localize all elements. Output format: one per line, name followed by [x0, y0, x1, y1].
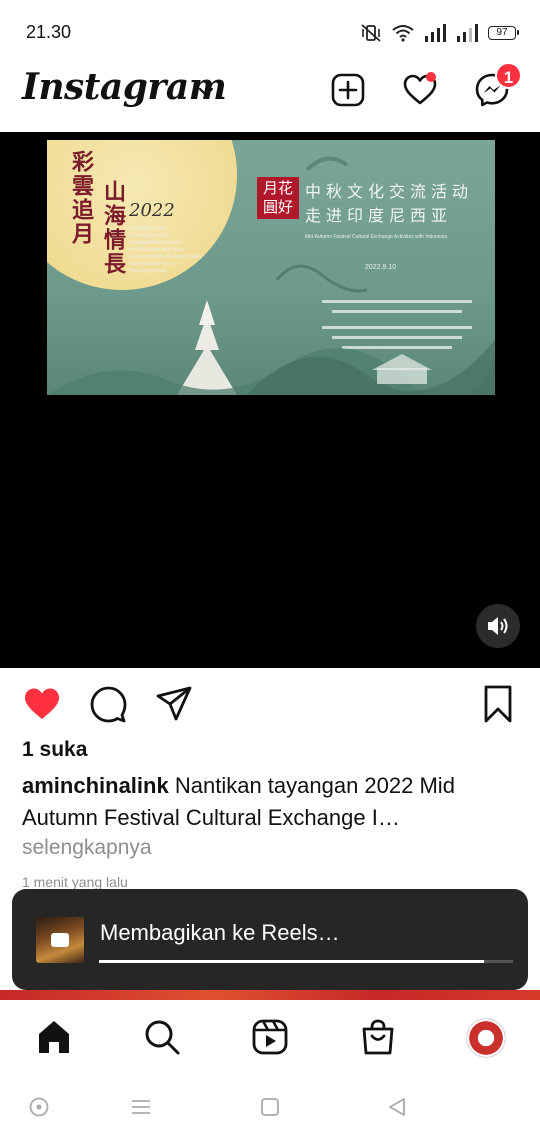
accessibility-icon[interactable] — [28, 1096, 50, 1118]
shop-icon[interactable] — [359, 1018, 397, 1056]
next-post-media — [0, 990, 540, 1000]
chevron-down-icon[interactable] — [196, 82, 216, 102]
comment-icon[interactable] — [88, 684, 128, 724]
bookmark-icon[interactable] — [478, 684, 518, 724]
post-caption: aminchinalink Nantikan tayangan 2022 Mid… — [22, 770, 522, 834]
battery-indicator: 97 — [488, 26, 519, 40]
status-bar: 21.30 97 — [0, 0, 540, 64]
search-icon[interactable] — [143, 1018, 181, 1056]
share-icon[interactable] — [154, 684, 194, 724]
upload-progress-fill — [99, 960, 485, 963]
video-poster: 彩雲追月 山海情長 2022 Colourful Clouds Chasing … — [47, 140, 495, 395]
messenger-badge: 1 — [495, 62, 522, 89]
home-icon[interactable] — [35, 1018, 73, 1056]
home-square-icon[interactable] — [259, 1096, 281, 1118]
volume-icon[interactable] — [476, 604, 520, 648]
status-time: 21.30 — [26, 22, 72, 42]
camera-icon — [51, 933, 69, 947]
heart-filled-icon[interactable] — [22, 684, 62, 724]
see-more-link[interactable]: selengkapnya — [22, 836, 152, 860]
poster-landscape — [47, 156, 495, 395]
toast-message: Membagikan ke Reels… — [100, 920, 340, 945]
reels-icon[interactable] — [251, 1018, 289, 1056]
wifi-icon — [392, 25, 414, 42]
likes-count[interactable]: 1 suka — [22, 738, 87, 762]
upload-progress — [99, 960, 513, 963]
upload-toast: Membagikan ke Reels… — [12, 889, 528, 990]
back-icon[interactable] — [386, 1096, 408, 1118]
profile-avatar[interactable] — [466, 1018, 506, 1058]
reel-thumbnail — [36, 917, 84, 963]
post-actions — [0, 680, 540, 730]
system-icons: 97 — [360, 20, 519, 46]
add-post-icon[interactable] — [330, 72, 366, 108]
menu-icon[interactable] — [130, 1096, 152, 1118]
caption-username[interactable]: aminchinalink — [22, 773, 169, 798]
post-video[interactable]: 彩雲追月 山海情長 2022 Colourful Clouds Chasing … — [0, 132, 540, 668]
system-nav-bar — [0, 1074, 540, 1140]
heart-icon[interactable] — [402, 72, 438, 108]
signal-icon — [457, 24, 478, 42]
bottom-nav — [0, 1000, 540, 1072]
signal-icon — [425, 24, 446, 42]
mute-vibrate-icon — [361, 24, 381, 42]
app-header: Instagram 1 — [0, 62, 540, 124]
post-time: 1 menit yang lalu — [22, 874, 128, 890]
